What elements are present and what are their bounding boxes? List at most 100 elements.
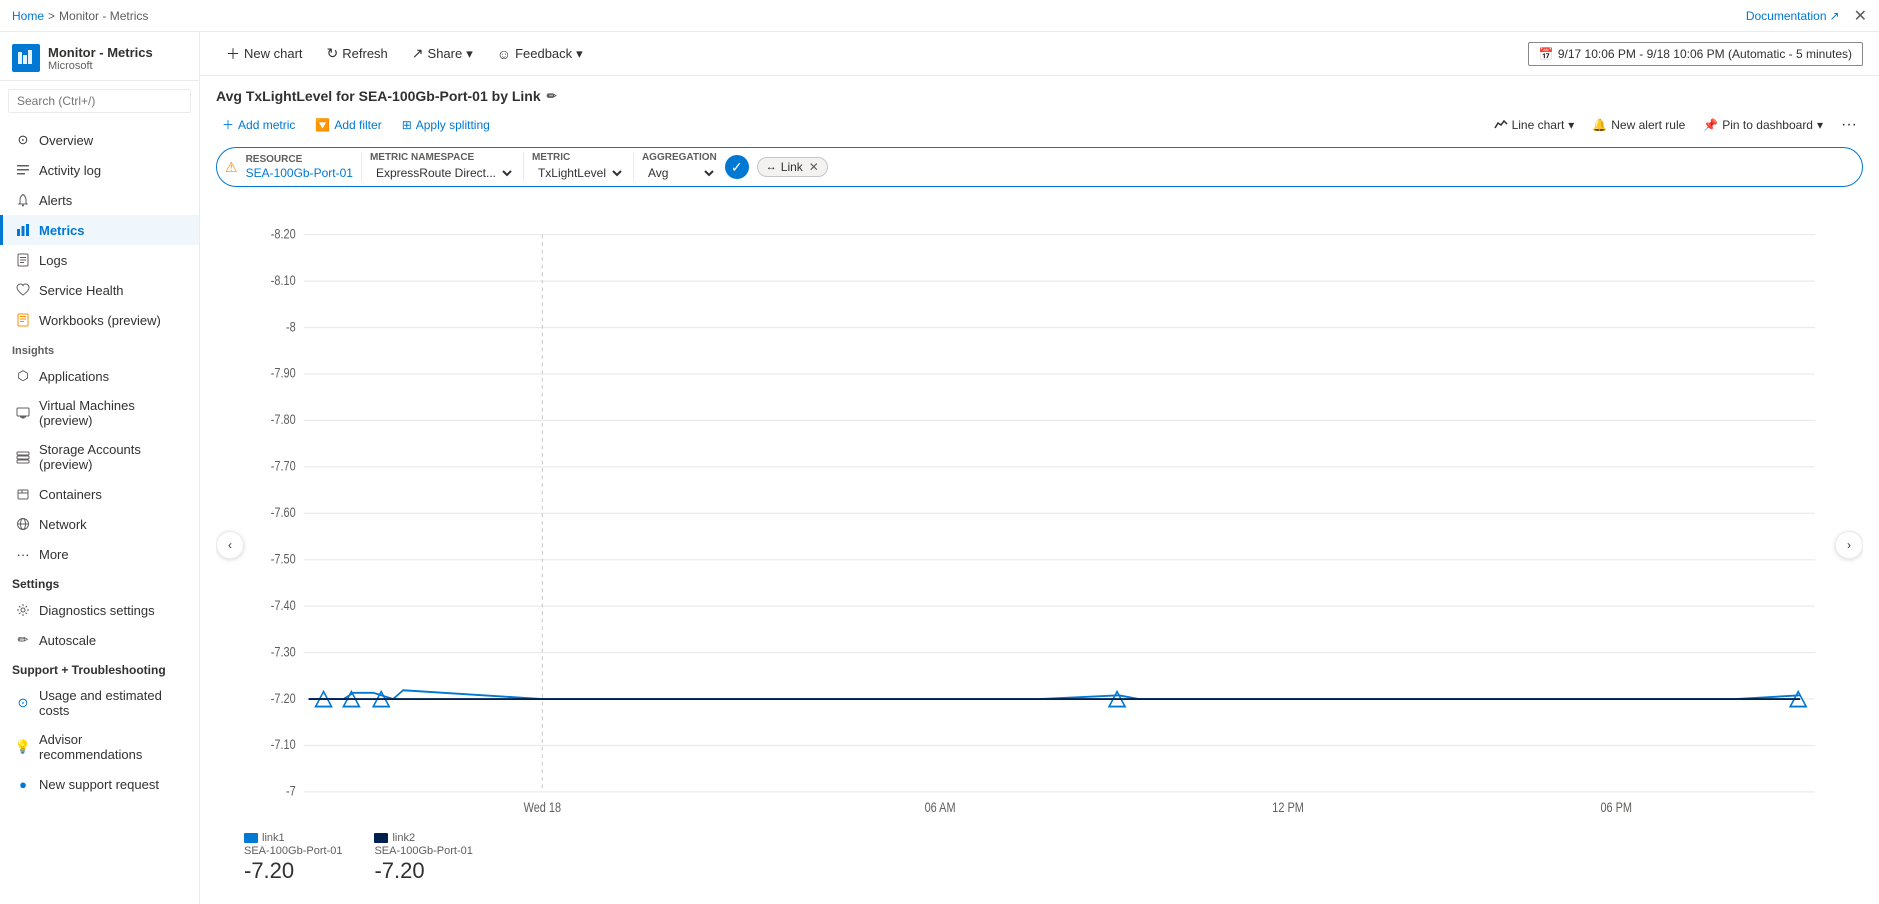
namespace-select[interactable]: ExpressRoute Direct... (370, 164, 515, 182)
svg-text:06 AM: 06 AM (925, 800, 956, 812)
add-metric-button[interactable]: ＋ Add metric (216, 112, 301, 137)
new-alert-rule-button[interactable]: 🔔 New alert rule (1586, 114, 1691, 136)
activity-log-icon (15, 162, 31, 178)
sidebar-item-label: Network (39, 517, 87, 532)
sidebar-item-label: Applications (39, 369, 109, 384)
virtual-machines-icon (15, 405, 31, 421)
service-health-icon (15, 282, 31, 298)
app-sub: Microsoft (48, 60, 153, 72)
sidebar-item-more[interactable]: ··· More (0, 539, 199, 569)
storage-icon (16, 450, 30, 464)
sidebar-item-diagnostics[interactable]: Diagnostics settings (0, 595, 199, 625)
legend-item-link1: link1 SEA-100Gb-Port-01 -7.20 (244, 832, 342, 884)
sidebar-item-label: Workbooks (preview) (39, 313, 161, 328)
sidebar-item-label: New support request (39, 777, 159, 792)
breadcrumb-home[interactable]: Home (12, 9, 44, 23)
settings-section-label: Settings (0, 569, 199, 595)
apply-splitting-button[interactable]: ⊞ Apply splitting (396, 114, 496, 136)
sidebar-item-label: Metrics (39, 223, 85, 238)
sidebar-item-metrics[interactable]: Metrics (0, 215, 199, 245)
legend-sublabel-link1: SEA-100Gb-Port-01 (244, 845, 342, 857)
chart-title: Avg TxLightLevel for SEA-100Gb-Port-01 b… (216, 88, 1863, 104)
svg-text:-7.70: -7.70 (271, 458, 296, 474)
documentation-link[interactable]: Documentation ↗ (1746, 9, 1840, 23)
chart-next-button[interactable]: › (1835, 531, 1863, 559)
monitor-icon (17, 49, 35, 67)
filter-tag-close[interactable]: ✕ (809, 160, 819, 174)
svg-text:-8.10: -8.10 (271, 273, 296, 289)
sidebar-item-alerts[interactable]: Alerts (0, 185, 199, 215)
feedback-button[interactable]: ☺ Feedback ▾ (487, 40, 593, 68)
confirm-metric-button[interactable]: ✓ (725, 155, 749, 179)
share-icon: ↗ (412, 45, 424, 62)
line-chart-button[interactable]: Line chart ▾ (1488, 114, 1581, 136)
more-options-button[interactable]: ··· (1835, 114, 1863, 136)
new-chart-button[interactable]: ＋ New chart (216, 38, 313, 70)
sidebar-item-overview[interactable]: ⊙ Overview (0, 125, 199, 155)
toolbar: ＋ New chart ↻ Refresh ↗ Share ▾ ☺ Feedba… (200, 32, 1879, 76)
sidebar-item-label: Advisor recommendations (39, 732, 187, 762)
search-input[interactable] (8, 89, 191, 113)
chart-icon (16, 223, 30, 237)
sidebar-item-applications[interactable]: ⬡ Applications (0, 361, 199, 391)
edit-title-icon[interactable]: ✏ (547, 89, 557, 103)
globe-icon (16, 517, 30, 531)
sidebar: Monitor - Metrics Microsoft ⊙ Overview A… (0, 32, 200, 904)
metric-select[interactable]: TxLightLevel (532, 164, 625, 182)
chart-actions-right: Line chart ▾ 🔔 New alert rule 📌 Pin to d… (1488, 114, 1863, 136)
chart-prev-button[interactable]: ‹ (216, 531, 244, 559)
workbooks-icon (15, 312, 31, 328)
sidebar-item-containers[interactable]: Containers (0, 479, 199, 509)
sidebar-item-virtual-machines[interactable]: Virtual Machines (preview) (0, 391, 199, 435)
doc-icon (16, 253, 30, 267)
share-chevron-icon: ▾ (466, 46, 473, 62)
time-range-picker[interactable]: 📅 9/17 10:06 PM - 9/18 10:06 PM (Automat… (1528, 42, 1863, 66)
splitting-icon: ⊞ (402, 118, 412, 132)
svg-text:-7.30: -7.30 (271, 644, 296, 660)
aggregation-select[interactable]: Avg (642, 164, 717, 182)
metrics-icon (15, 222, 31, 238)
share-button[interactable]: ↗ Share ▾ (402, 39, 483, 68)
close-button[interactable]: ✕ (1854, 6, 1867, 26)
sidebar-header: Monitor - Metrics Microsoft (0, 32, 199, 81)
legend-value-link1: -7.20 (244, 858, 342, 884)
sidebar-item-support-request[interactable]: ● New support request (0, 769, 199, 799)
chart-svg: -8.20 -8.10 -8 -7.90 -7.80 -7.70 -7.60 -… (244, 197, 1835, 812)
resource-value[interactable]: SEA-100Gb-Port-01 (246, 166, 353, 180)
feedback-icon: ☺ (497, 46, 511, 62)
alert-rule-icon: 🔔 (1592, 118, 1607, 132)
more-icon: ··· (15, 546, 31, 562)
alerts-icon (15, 192, 31, 208)
legend-value-link2: -7.20 (374, 858, 472, 884)
svg-text:Wed 18: Wed 18 (524, 800, 562, 812)
sidebar-item-storage-accounts[interactable]: Storage Accounts (preview) (0, 435, 199, 479)
sidebar-item-autoscale[interactable]: ✏ Autoscale (0, 625, 199, 655)
pin-to-dashboard-button[interactable]: 📌 Pin to dashboard ▾ (1697, 114, 1829, 136)
sidebar-item-service-health[interactable]: Service Health (0, 275, 199, 305)
sidebar-item-usage-costs[interactable]: ⊙ Usage and estimated costs (0, 681, 199, 725)
sidebar-item-logs[interactable]: Logs (0, 245, 199, 275)
sidebar-search-wrapper (0, 81, 199, 121)
sidebar-item-label: Usage and estimated costs (39, 688, 187, 718)
sidebar-item-advisor[interactable]: 💡 Advisor recommendations (0, 725, 199, 769)
sidebar-item-label: Virtual Machines (preview) (39, 398, 187, 428)
svg-text:-8: -8 (286, 319, 296, 335)
breadcrumb-sep: > (48, 9, 55, 23)
metric-selector: ⚠ RESOURCE SEA-100Gb-Port-01 METRIC NAME… (216, 147, 1863, 187)
refresh-button[interactable]: ↻ Refresh (317, 39, 398, 68)
plus-icon: ＋ (226, 44, 240, 64)
sidebar-item-network[interactable]: Network (0, 509, 199, 539)
vm-icon (16, 406, 30, 420)
sidebar-item-workbooks[interactable]: Workbooks (preview) (0, 305, 199, 335)
warning-icon: ⚠ (225, 159, 238, 176)
advisor-icon: 💡 (15, 739, 31, 755)
filter-tag[interactable]: ↔ Link ✕ (757, 157, 828, 177)
svg-text:12 PM: 12 PM (1272, 800, 1304, 812)
refresh-icon: ↻ (327, 45, 339, 62)
sidebar-item-label: Activity log (39, 163, 101, 178)
aggregation-field: AGGREGATION Avg (642, 152, 717, 182)
add-filter-button[interactable]: 🔽 Add filter (309, 114, 387, 136)
sidebar-item-activity-log[interactable]: Activity log (0, 155, 199, 185)
breadcrumb: Home > Monitor - Metrics (12, 9, 148, 23)
metric-field: METRIC TxLightLevel (532, 152, 625, 182)
